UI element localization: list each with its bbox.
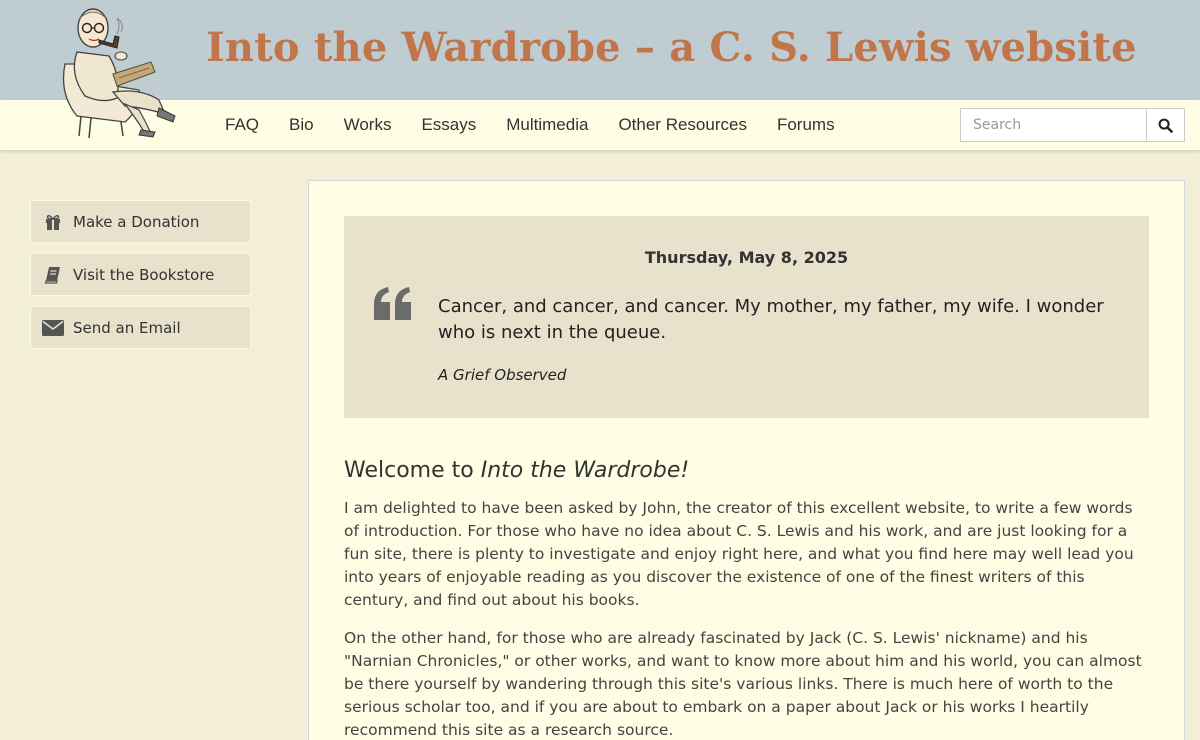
- nav-item-works[interactable]: Works: [329, 115, 407, 135]
- welcome-paragraph: On the other hand, for those who are alr…: [344, 629, 1142, 739]
- quote-date: Thursday, May 8, 2025: [644, 248, 849, 267]
- quote-text: Cancer, and cancer, and cancer. My mothe…: [438, 296, 1104, 343]
- nav-item-essays[interactable]: Essays: [406, 115, 491, 135]
- search-icon: [1158, 118, 1173, 133]
- search-input[interactable]: [960, 108, 1146, 142]
- nav-item-bio[interactable]: Bio: [274, 115, 329, 135]
- welcome-paragraph: I am delighted to have been asked by Joh…: [344, 499, 1134, 609]
- welcome-heading-prefix: Welcome to: [344, 458, 481, 483]
- header-banner: Into the Wardrobe – a C. S. Lewis websit…: [0, 0, 1200, 100]
- nav-item-other-resources[interactable]: Other Resources: [603, 115, 762, 135]
- nav-item-forums[interactable]: Forums: [762, 115, 850, 135]
- make-donation-label: Make a Donation: [73, 212, 200, 231]
- site-title[interactable]: Into the Wardrobe – a C. S. Lewis websit…: [206, 24, 1137, 71]
- envelope-icon: [41, 319, 65, 336]
- welcome-heading-site-name: Into the Wardrobe!: [480, 458, 690, 483]
- welcome-heading: Welcome to Into the Wardrobe!: [344, 458, 689, 483]
- daily-quote-box: Thursday, May 8, 2025 Cancer, and cancer…: [344, 216, 1149, 418]
- quote-mark-icon: [374, 287, 411, 320]
- gift-icon: [41, 213, 65, 231]
- sidebar: Make a Donation Visit the Bookstore Send…: [30, 200, 251, 359]
- lewis-caricature-logo[interactable]: [55, 4, 180, 140]
- main-content: Thursday, May 8, 2025 Cancer, and cancer…: [308, 180, 1185, 740]
- send-email-label: Send an Email: [73, 318, 181, 337]
- search-form: [960, 108, 1185, 142]
- nav-item-multimedia[interactable]: Multimedia: [491, 115, 603, 135]
- nav-item-faq[interactable]: FAQ: [210, 115, 274, 135]
- visit-bookstore-label: Visit the Bookstore: [73, 265, 215, 284]
- book-icon: [41, 266, 65, 284]
- make-donation-button[interactable]: Make a Donation: [30, 200, 251, 243]
- search-button[interactable]: [1146, 108, 1185, 142]
- send-email-button[interactable]: Send an Email: [30, 306, 251, 349]
- nav-list: FAQ Bio Works Essays Multimedia Other Re…: [210, 100, 850, 150]
- quote-source[interactable]: A Grief Observed: [438, 366, 566, 384]
- visit-bookstore-button[interactable]: Visit the Bookstore: [30, 253, 251, 296]
